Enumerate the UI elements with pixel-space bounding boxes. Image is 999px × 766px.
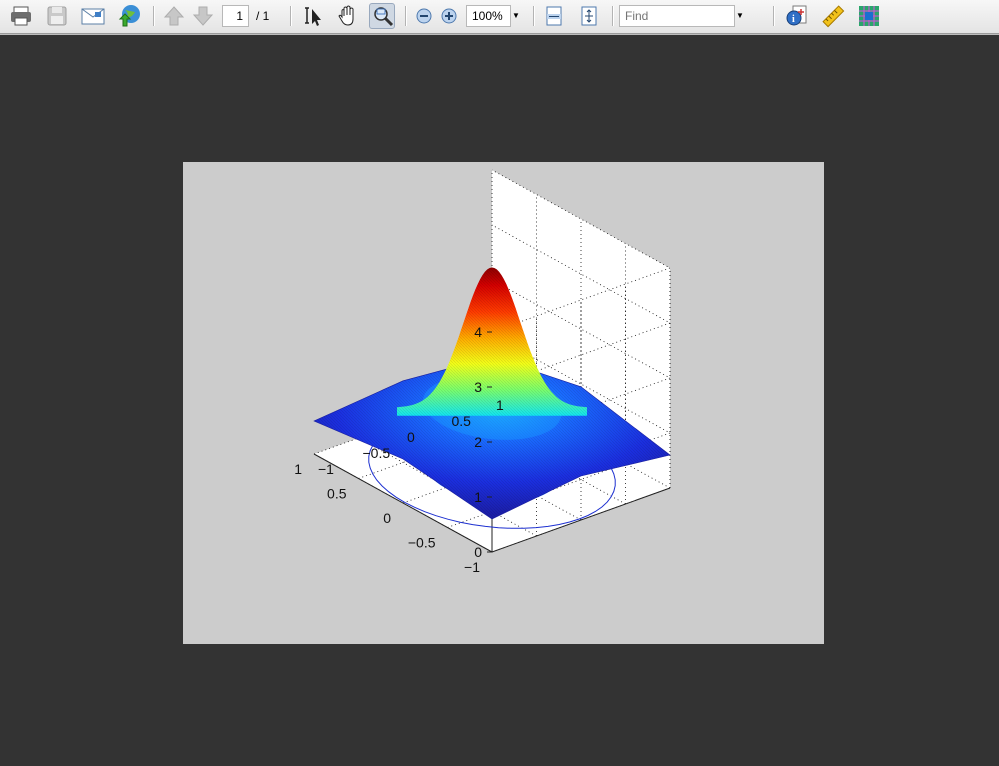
y-tick-label: −1 [318,461,334,477]
web-icon[interactable] [116,3,142,29]
zoom-out-icon[interactable] [411,3,437,29]
fit-page-icon[interactable] [576,3,602,29]
grid-icon[interactable] [856,3,882,29]
x-tick-label: 1 [294,461,302,477]
select-text-icon[interactable] [300,3,326,29]
measure-icon[interactable] [820,3,846,29]
page-total: / 1 [256,9,270,23]
x-tick-label: −1 [464,559,480,575]
find-input[interactable] [619,5,735,27]
zoom-level-input[interactable] [466,5,511,27]
fit-width-icon[interactable] [541,3,567,29]
hand-icon[interactable] [335,3,361,29]
zoom-dropdown-icon[interactable]: ▼ [510,8,522,24]
zoom-in-icon[interactable] [436,3,462,29]
z-tick-label: 0 [474,544,482,560]
next-page-icon[interactable] [190,3,216,29]
y-tick-label: 1 [496,397,504,413]
find-dropdown-icon[interactable]: ▼ [734,8,746,24]
x-tick-label: −0.5 [408,535,436,551]
prev-page-icon[interactable] [161,3,187,29]
z-tick-label: 4 [474,324,482,340]
svg-text:i: i [792,14,795,25]
figure-panel: 0 1 2 3 4 −1 −0.5 0 0.5 1 1 0.5 0 −0.5 −1 [183,162,824,644]
z-tick-label: 1 [474,489,482,505]
x-tick-label: 0 [383,510,391,526]
page-number-input[interactable] [222,5,249,27]
zoom-tool-icon[interactable] [369,3,395,29]
z-tick-label: 3 [474,379,482,395]
print-icon[interactable] [8,3,34,29]
email-icon[interactable] [80,3,106,29]
y-tick-label: 0.5 [452,413,472,429]
document-properties-icon[interactable]: i [784,3,810,29]
z-tick-label: 2 [474,434,482,450]
x-tick-label: 0.5 [327,486,347,502]
y-tick-label: 0 [407,429,415,445]
toolbar: / 1 ▼ ▼ i [0,0,999,34]
save-icon[interactable] [44,3,70,29]
surface-plot: 0 1 2 3 4 −1 −0.5 0 0.5 1 1 0.5 0 −0.5 −1 [294,169,671,575]
y-tick-label: −0.5 [363,445,391,461]
